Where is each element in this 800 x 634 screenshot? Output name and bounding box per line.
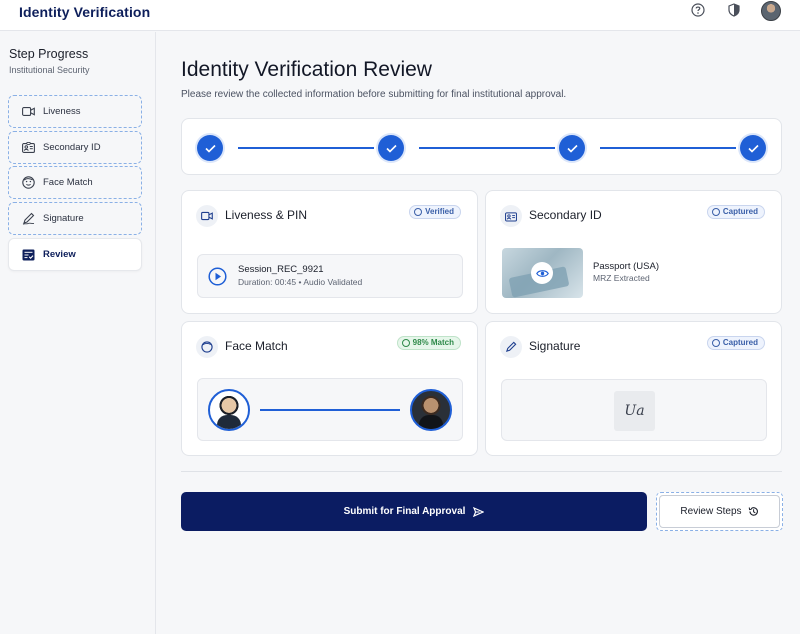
match-connector bbox=[260, 409, 400, 411]
check-icon bbox=[747, 144, 759, 153]
sidebar-item-label: Face Match bbox=[43, 177, 93, 188]
signature-preview[interactable]: Ua bbox=[614, 391, 655, 431]
card-title: Liveness & PIN bbox=[225, 208, 308, 222]
step-complete-3 bbox=[559, 135, 585, 161]
submit-label: Submit for Final Approval bbox=[343, 506, 466, 517]
stepper-connector bbox=[419, 147, 555, 149]
video-icon bbox=[21, 105, 35, 119]
card-title: Signature bbox=[529, 339, 581, 353]
sidebar-item-face-match[interactable]: Face Match bbox=[8, 166, 142, 199]
id-photo-suit bbox=[217, 415, 241, 429]
check-circle-icon bbox=[711, 208, 720, 216]
check-circle-icon bbox=[711, 339, 720, 347]
sidebar: Step Progress Institutional Security Liv… bbox=[0, 32, 156, 634]
face-icon bbox=[196, 336, 218, 358]
match-badge: 98% Match bbox=[396, 336, 461, 350]
check-icon bbox=[566, 144, 578, 153]
play-icon[interactable] bbox=[208, 267, 227, 286]
history-icon bbox=[748, 507, 758, 516]
video-icon bbox=[196, 205, 218, 227]
section-divider bbox=[181, 471, 782, 472]
progress-stepper bbox=[181, 118, 782, 175]
step-complete-1 bbox=[197, 135, 223, 161]
document-name: Passport (USA) bbox=[593, 261, 659, 272]
eye-icon[interactable] bbox=[531, 262, 553, 284]
stepper-connector bbox=[238, 147, 374, 149]
sidebar-item-secondary-id[interactable]: Secondary ID bbox=[8, 131, 142, 164]
top-bar: Identity Verification bbox=[0, 0, 800, 31]
live-photo-suit bbox=[419, 415, 443, 429]
review-icon bbox=[21, 248, 35, 262]
signature-icon bbox=[21, 212, 35, 226]
sidebar-item-signature[interactable]: Signature bbox=[8, 202, 142, 235]
live-photo-avatar[interactable] bbox=[410, 389, 452, 431]
status-badge: Captured bbox=[706, 336, 765, 350]
session-name: Session_REC_9921 bbox=[238, 264, 324, 275]
liveness-card: Liveness & PIN Verified Session_REC_9921… bbox=[181, 190, 478, 314]
face-icon bbox=[21, 176, 35, 190]
sidebar-item-review[interactable]: Review bbox=[8, 238, 142, 271]
sidebar-item-liveness[interactable]: Liveness bbox=[8, 95, 142, 128]
document-meta: MRZ Extracted bbox=[593, 273, 650, 283]
sidebar-subtitle: Institutional Security bbox=[9, 65, 90, 75]
card-title: Face Match bbox=[225, 339, 288, 353]
shield-icon[interactable] bbox=[727, 3, 741, 17]
sidebar-item-label: Liveness bbox=[43, 106, 81, 117]
check-icon bbox=[204, 144, 216, 153]
id-card-icon bbox=[21, 141, 35, 155]
step-complete-4 bbox=[740, 135, 766, 161]
sidebar-item-label: Review bbox=[43, 249, 76, 260]
status-badge: Captured bbox=[706, 205, 765, 219]
send-icon bbox=[473, 506, 485, 517]
id-card-icon bbox=[500, 205, 522, 227]
review-steps-button[interactable]: Review Steps bbox=[656, 492, 783, 531]
face-compare-panel bbox=[197, 378, 463, 441]
user-avatar[interactable] bbox=[761, 1, 781, 21]
face-match-card: Face Match 98% Match bbox=[181, 321, 478, 456]
signature-card: Signature Captured Ua bbox=[485, 321, 782, 456]
check-circle-icon bbox=[401, 339, 410, 347]
sidebar-item-label: Secondary ID bbox=[43, 142, 101, 153]
signature-icon bbox=[500, 336, 522, 358]
check-icon bbox=[385, 144, 397, 153]
submit-approval-button[interactable]: Submit for Final Approval bbox=[181, 492, 647, 531]
sidebar-item-label: Signature bbox=[43, 213, 84, 224]
signature-panel: Ua bbox=[501, 379, 767, 441]
card-title: Secondary ID bbox=[529, 208, 602, 222]
page-subtitle: Please review the collected information … bbox=[181, 89, 567, 100]
id-photo-avatar[interactable] bbox=[208, 389, 250, 431]
check-circle-icon bbox=[414, 208, 423, 216]
passport-thumbnail[interactable] bbox=[502, 248, 583, 298]
help-icon[interactable] bbox=[691, 3, 705, 17]
secondary-id-card: Secondary ID Captured Passport (USA) MRZ… bbox=[485, 190, 782, 314]
status-badge: Verified bbox=[409, 205, 461, 219]
session-meta: Duration: 00:45 • Audio Validated bbox=[238, 277, 363, 287]
stepper-connector bbox=[600, 147, 736, 149]
page-title: Identity Verification Review bbox=[181, 58, 432, 81]
step-complete-2 bbox=[378, 135, 404, 161]
review-label: Review Steps bbox=[680, 506, 742, 517]
session-recording[interactable]: Session_REC_9921 Duration: 00:45 • Audio… bbox=[197, 254, 463, 298]
app-title: Identity Verification bbox=[19, 4, 151, 20]
sidebar-title: Step Progress bbox=[9, 47, 89, 61]
